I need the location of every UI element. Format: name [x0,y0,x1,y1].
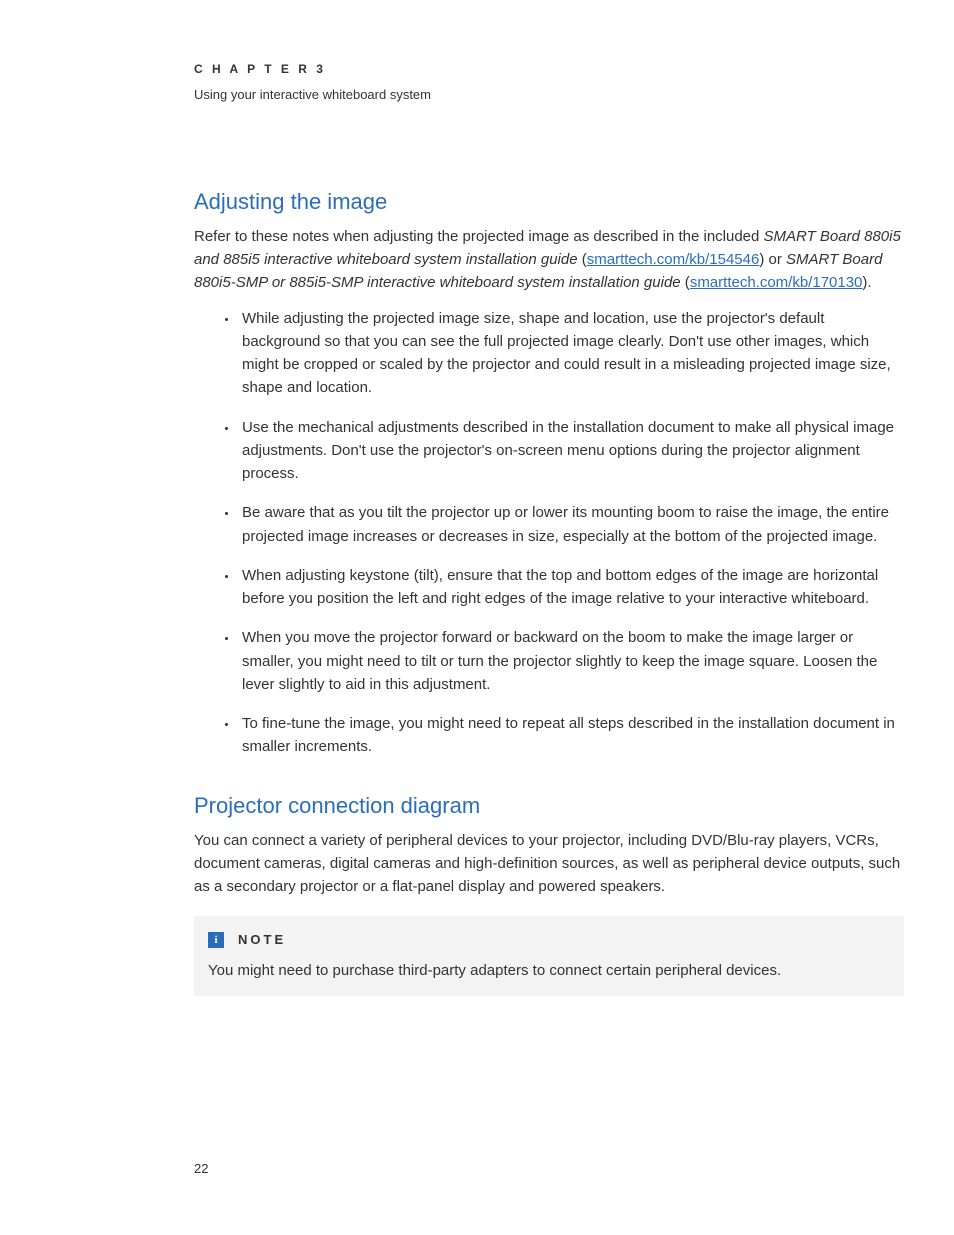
chapter-label: C H A P T E R 3 [194,60,904,79]
intro-paragraph: Refer to these notes when adjusting the … [194,225,904,295]
document-page: C H A P T E R 3 Using your interactive w… [0,0,954,1235]
note-header: i NOTE [208,930,890,950]
intro-text-pre: Refer to these notes when adjusting the … [194,228,764,245]
kb-link-170130[interactable]: smarttech.com/kb/170130 [690,274,863,291]
list-item: To fine-tune the image, you might need t… [238,712,904,759]
heading-projector-diagram: Projector connection diagram [194,789,904,823]
open-paren-1: ( [578,251,587,268]
list-item: When adjusting keystone (tilt), ensure t… [238,564,904,611]
kb-link-154546[interactable]: smarttech.com/kb/154546 [587,251,760,268]
chapter-subtitle: Using your interactive whiteboard system [194,85,904,105]
adjusting-bullet-list: While adjusting the projected image size… [194,307,904,759]
after-link-1: ) or [759,251,786,268]
list-item: While adjusting the projected image size… [238,307,904,400]
diagram-intro-paragraph: You can connect a variety of peripheral … [194,829,904,899]
list-item: When you move the projector forward or b… [238,626,904,696]
heading-adjusting-image: Adjusting the image [194,185,904,219]
note-label: NOTE [238,930,286,950]
section-projector-diagram: Projector connection diagram You can con… [194,789,904,996]
note-callout: i NOTE You might need to purchase third-… [194,916,904,995]
list-item: Use the mechanical adjustments described… [238,416,904,486]
list-item: Be aware that as you tilt the projector … [238,501,904,548]
open-paren-2: ( [681,274,690,291]
note-body: You might need to purchase third-party a… [208,959,890,982]
info-icon: i [208,932,224,948]
page-number: 22 [194,1159,208,1179]
after-link-2: ). [862,274,871,291]
